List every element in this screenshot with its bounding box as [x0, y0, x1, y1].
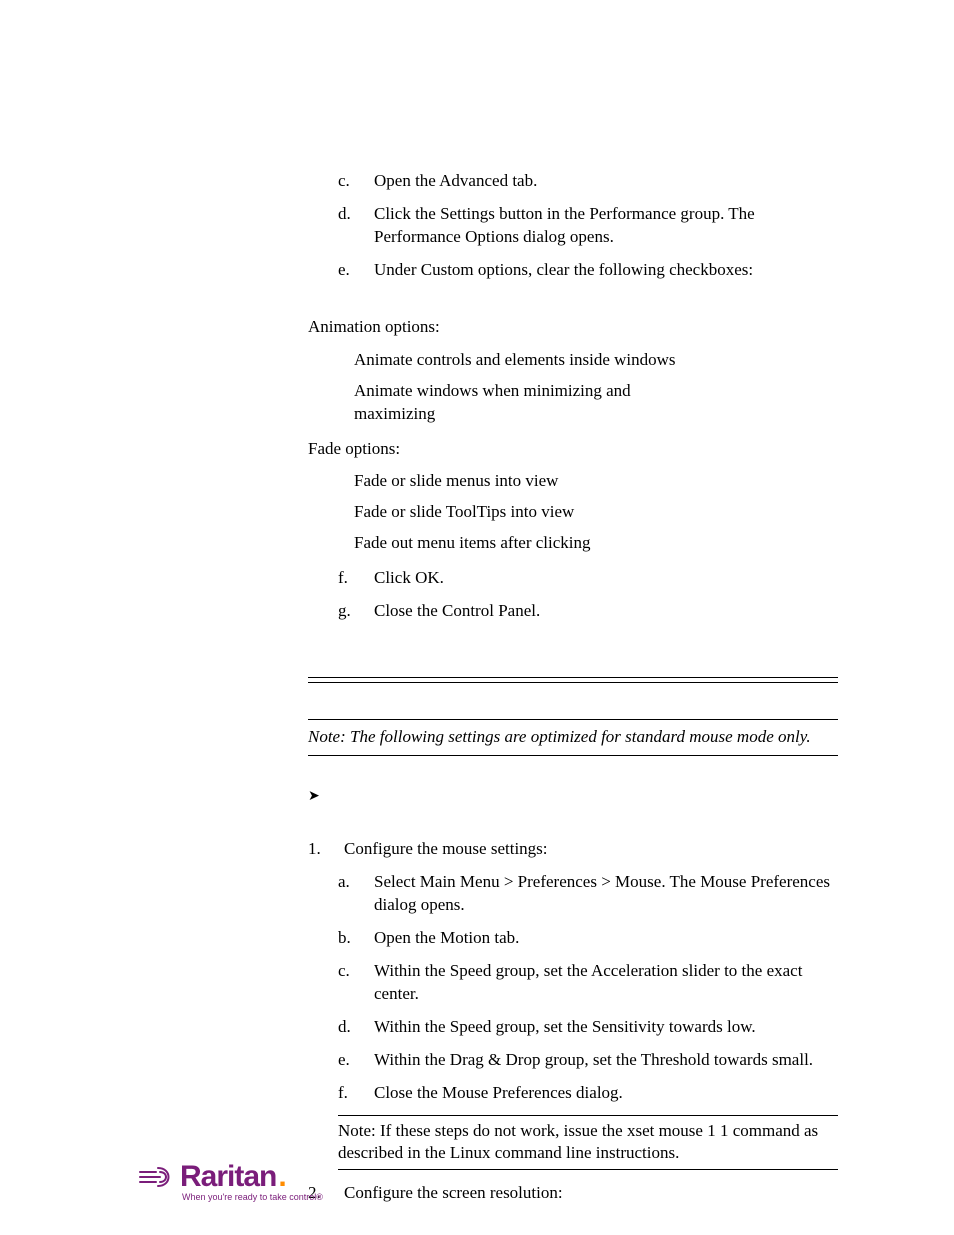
item-text: Select Main Menu > Preferences > Mouse. … [374, 871, 838, 917]
animation-header: Animation options: [308, 316, 838, 339]
marker: e. [338, 1049, 356, 1072]
item-text: Click the Settings button in the Perform… [374, 203, 838, 249]
lettered-sublist: a. Select Main Menu > Preferences > Mous… [338, 871, 838, 1105]
logo-tagline: When you're ready to take control® [182, 1191, 358, 1203]
chevron-right-icon: ➤ [308, 790, 838, 804]
list-item: b. Open the Motion tab. [338, 927, 838, 950]
list-item: g. Close the Control Panel. [338, 600, 838, 623]
item-text: Within the Speed group, set the Accelera… [374, 960, 838, 1006]
fade-item: Fade out menu items after clicking [354, 532, 838, 555]
item-text: Close the Control Panel. [374, 600, 540, 623]
divider [338, 1115, 838, 1116]
item-text: Open the Motion tab. [374, 927, 519, 950]
animation-item: Animate controls and elements inside win… [354, 349, 838, 372]
list-item: e. Within the Drag & Drop group, set the… [338, 1049, 838, 1072]
marker: 1. [308, 838, 326, 861]
lettered-list-mid: f. Click OK. g. Close the Control Panel. [338, 567, 838, 623]
animation-item: Animate windows when minimizing and maxi… [354, 380, 674, 426]
marker: a. [338, 871, 356, 917]
item-text: Within the Speed group, set the Sensitiv… [374, 1016, 756, 1039]
numbered-item: 1. Configure the mouse settings: [308, 838, 838, 861]
item-text: Close the Mouse Preferences dialog. [374, 1082, 623, 1105]
item-text: Open the Advanced tab. [374, 170, 537, 193]
logo-dot-icon: . [278, 1162, 286, 1192]
marker: b. [338, 927, 356, 950]
marker: g. [338, 600, 356, 623]
animation-items: Animate controls and elements inside win… [354, 349, 838, 426]
list-item: c. Open the Advanced tab. [338, 170, 838, 193]
spacer [308, 633, 838, 677]
list-item: f. Click OK. [338, 567, 838, 590]
fade-item: Fade or slide ToolTips into view [354, 501, 838, 524]
sub-note: Note: If these steps do not work, issue … [338, 1120, 838, 1166]
divider [308, 677, 838, 678]
logo-wordmark: Raritan [180, 1162, 276, 1192]
list-item: a. Select Main Menu > Preferences > Mous… [338, 871, 838, 917]
numbered-item: 2. Configure the screen resolution: [308, 1182, 838, 1205]
fade-header: Fade options: [308, 438, 838, 461]
fade-items: Fade or slide menus into view Fade or sl… [354, 470, 838, 555]
logo-line: Raritan . [138, 1162, 358, 1192]
logo-mark-icon [138, 1164, 178, 1190]
item-text: Under Custom options, clear the followin… [374, 259, 753, 282]
marker: d. [338, 203, 356, 249]
note-text: Note: The following settings are optimiz… [308, 719, 838, 756]
marker: e. [338, 259, 356, 282]
list-item: d. Click the Settings button in the Perf… [338, 203, 838, 249]
fade-item: Fade or slide menus into view [354, 470, 838, 493]
divider [338, 1169, 838, 1170]
document-page: c. Open the Advanced tab. d. Click the S… [0, 0, 954, 1235]
logo: Raritan . When you're ready to take cont… [138, 1162, 358, 1203]
list-item: e. Under Custom options, clear the follo… [338, 259, 838, 282]
marker: f. [338, 567, 356, 590]
marker: f. [338, 1082, 356, 1105]
divider [308, 682, 838, 683]
marker: c. [338, 960, 356, 1006]
list-item: f. Close the Mouse Preferences dialog. [338, 1082, 838, 1105]
item-text: Click OK. [374, 567, 444, 590]
list-item: c. Within the Speed group, set the Accel… [338, 960, 838, 1006]
item-text: Configure the screen resolution: [344, 1182, 563, 1205]
marker: d. [338, 1016, 356, 1039]
page-content: c. Open the Advanced tab. d. Click the S… [308, 170, 838, 1215]
item-text: Within the Drag & Drop group, set the Th… [374, 1049, 813, 1072]
note-block: Note: The following settings are optimiz… [308, 719, 838, 756]
lettered-list-top: c. Open the Advanced tab. d. Click the S… [338, 170, 838, 282]
marker: c. [338, 170, 356, 193]
list-item: d. Within the Speed group, set the Sensi… [338, 1016, 838, 1039]
item-text: Configure the mouse settings: [344, 838, 548, 861]
numbered-list: 1. Configure the mouse settings: a. Sele… [308, 838, 838, 1205]
